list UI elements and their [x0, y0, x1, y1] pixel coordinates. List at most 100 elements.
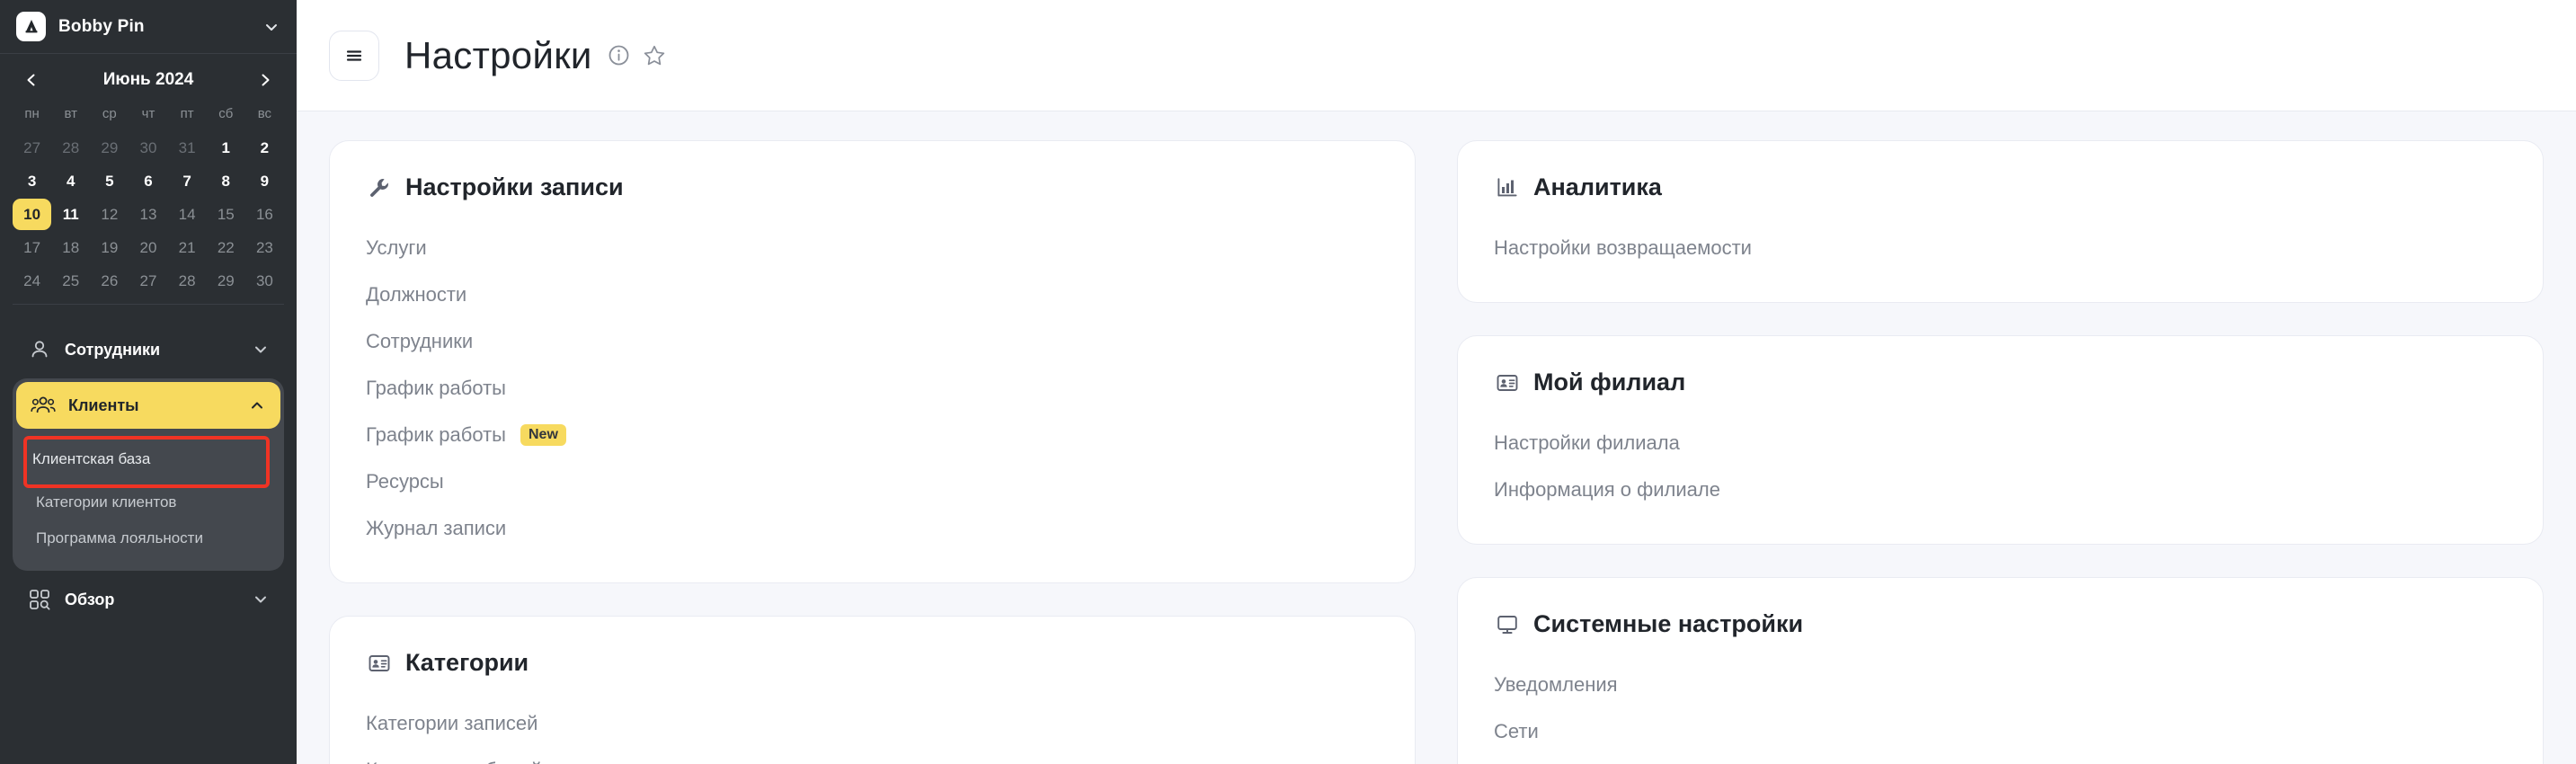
- sidebar-group-1: Клиенты Клиентская база Категории клиентов…: [13, 378, 284, 571]
- info-circle-icon[interactable]: [607, 43, 631, 67]
- calendar-day[interactable]: 16: [245, 199, 284, 230]
- wrench-icon: [366, 176, 393, 200]
- calendar-day[interactable]: 9: [245, 165, 284, 197]
- settings-link-label: Категории событий: [366, 759, 542, 764]
- settings-link-label: Категории записей: [366, 712, 538, 734]
- calendar-day[interactable]: 30: [245, 265, 284, 297]
- chevron-right-icon[interactable]: [253, 68, 277, 92]
- chevron-down-icon[interactable]: [252, 341, 270, 359]
- calendar-day[interactable]: 29: [207, 265, 245, 297]
- settings-link-label: Настройки возвращаемости: [1494, 236, 1752, 259]
- settings-link[interactable]: Webhooks: [1494, 755, 2507, 764]
- settings-link[interactable]: Настройки возвращаемости: [1494, 225, 2507, 271]
- chevron-up-icon[interactable]: [248, 396, 266, 414]
- card-title: Системные настройки: [1533, 610, 1804, 637]
- settings-card: Мой филиал Настройки филиала Информация о …: [1457, 335, 2544, 545]
- settings-link-label: Уведомления: [1494, 673, 1618, 696]
- calendar-day[interactable]: 27: [129, 265, 167, 297]
- settings-link[interactable]: Должности: [366, 271, 1379, 318]
- calendar-day[interactable]: 29: [90, 132, 129, 164]
- settings-link[interactable]: Услуги: [366, 225, 1379, 271]
- calendar-day[interactable]: 13: [129, 199, 167, 230]
- page-title: Настройки: [404, 33, 592, 76]
- sidebar-item-label: Сотрудники: [65, 340, 161, 359]
- calendar-day[interactable]: 20: [129, 232, 167, 263]
- card-header: Мой филиал: [1494, 369, 2507, 396]
- calendar-day[interactable]: 23: [245, 232, 284, 263]
- calendar-day[interactable]: 31: [168, 132, 207, 164]
- settings-link-label: Услуги: [366, 236, 427, 259]
- calendar-day[interactable]: 5: [90, 165, 129, 197]
- calendar-day[interactable]: 17: [13, 232, 51, 263]
- calendar-day[interactable]: 8: [207, 165, 245, 197]
- sidebar-item-label: Обзор: [65, 590, 115, 609]
- card-title: Мой филиал: [1533, 369, 1686, 395]
- settings-link[interactable]: Категории событий: [366, 747, 1379, 764]
- settings-link[interactable]: Сети: [1494, 708, 2507, 755]
- user-icon: [27, 338, 52, 361]
- calendar-day[interactable]: 1: [207, 132, 245, 164]
- chevron-down-icon[interactable]: [252, 591, 270, 609]
- sidebar-subitem-1[interactable]: Категории клиентов: [32, 484, 266, 520]
- calendar-day-today[interactable]: 10: [13, 199, 52, 230]
- settings-link[interactable]: График работы: [366, 365, 1379, 412]
- calendar-day[interactable]: 30: [129, 132, 167, 164]
- settings-link[interactable]: Журнал записи: [366, 505, 1379, 552]
- settings-link[interactable]: Категории записей: [366, 700, 1379, 747]
- sidebar-item-0[interactable]: Сотрудники: [13, 326, 284, 373]
- monitor-icon: [1494, 613, 1521, 636]
- sidebar-item-1[interactable]: Клиенты: [16, 382, 280, 429]
- calendar-day[interactable]: 7: [168, 165, 207, 197]
- settings-left-column: Настройки записи Услуги Должности Сотрудник…: [329, 140, 1416, 764]
- bar-chart-icon: [1494, 176, 1521, 200]
- calendar-day[interactable]: 21: [168, 232, 207, 263]
- calendar-day[interactable]: 15: [207, 199, 245, 230]
- star-outline-icon[interactable]: [642, 43, 667, 68]
- card-title: Категории: [405, 649, 529, 676]
- settings-link[interactable]: Настройки филиала: [1494, 420, 2507, 466]
- settings-content: Настройки записи Услуги Должности Сотрудник…: [297, 111, 2576, 764]
- calendar-day[interactable]: 25: [51, 265, 90, 297]
- calendar-month-label: Июнь 2024: [102, 70, 194, 89]
- sidebar-subitem-0[interactable]: Клиентская база: [23, 436, 270, 488]
- calendar-day[interactable]: 22: [207, 232, 245, 263]
- card-header: Настройки записи: [366, 173, 1379, 201]
- calendar-day[interactable]: 19: [90, 232, 129, 263]
- calendar-day[interactable]: 24: [13, 265, 51, 297]
- settings-link-label: Журнал записи: [366, 517, 507, 539]
- calendar-day[interactable]: 3: [13, 165, 51, 197]
- card-title: Аналитика: [1533, 173, 1662, 200]
- settings-link[interactable]: Уведомления: [1494, 662, 2507, 708]
- sidebar-subitem-2[interactable]: Программа лояльности: [32, 520, 266, 556]
- calendar-day[interactable]: 12: [90, 199, 129, 230]
- calendar-day[interactable]: 28: [51, 132, 90, 164]
- calendar-day[interactable]: 2: [245, 132, 284, 164]
- settings-link[interactable]: Ресурсы: [366, 458, 1379, 505]
- chevron-left-icon[interactable]: [20, 68, 43, 92]
- calendar-weekday: пт: [180, 106, 194, 121]
- calendar-day[interactable]: 26: [90, 265, 129, 297]
- settings-link[interactable]: Информация о филиале: [1494, 466, 2507, 513]
- settings-card: Системные настройки Уведомления Сети Webhoo…: [1457, 577, 2544, 764]
- card-header: Системные настройки: [1494, 610, 2507, 638]
- settings-link[interactable]: Сотрудники: [366, 318, 1379, 365]
- settings-link-label: Ресурсы: [366, 470, 444, 493]
- calendar-day[interactable]: 4: [51, 165, 90, 197]
- sidebar-item-2[interactable]: Обзор: [13, 576, 284, 623]
- calendar-weekday: вт: [64, 106, 77, 121]
- settings-link[interactable]: График работы New: [366, 412, 1379, 458]
- workspace-switcher[interactable]: Bobby Pin: [0, 0, 297, 54]
- calendar-day[interactable]: 18: [51, 232, 90, 263]
- hamburger-menu-icon[interactable]: [329, 30, 379, 81]
- new-badge: New: [520, 424, 566, 446]
- chevron-down-icon[interactable]: [262, 18, 280, 36]
- calendar-day[interactable]: 11: [51, 199, 90, 230]
- settings-link-label: Информация о филиале: [1494, 478, 1720, 501]
- calendar-day[interactable]: 28: [168, 265, 207, 297]
- calendar-day[interactable]: 6: [129, 165, 167, 197]
- calendar-grid: пн вт ср чт пт сб вс 27 28 29 30 31 1 2 3 4 5 6 7 8 9 10 11 12 1…: [13, 102, 284, 297]
- calendar-day[interactable]: 27: [13, 132, 51, 164]
- settings-link-label: Сотрудники: [366, 330, 474, 352]
- calendar-weekday: ср: [102, 106, 117, 121]
- calendar-day[interactable]: 14: [168, 199, 207, 230]
